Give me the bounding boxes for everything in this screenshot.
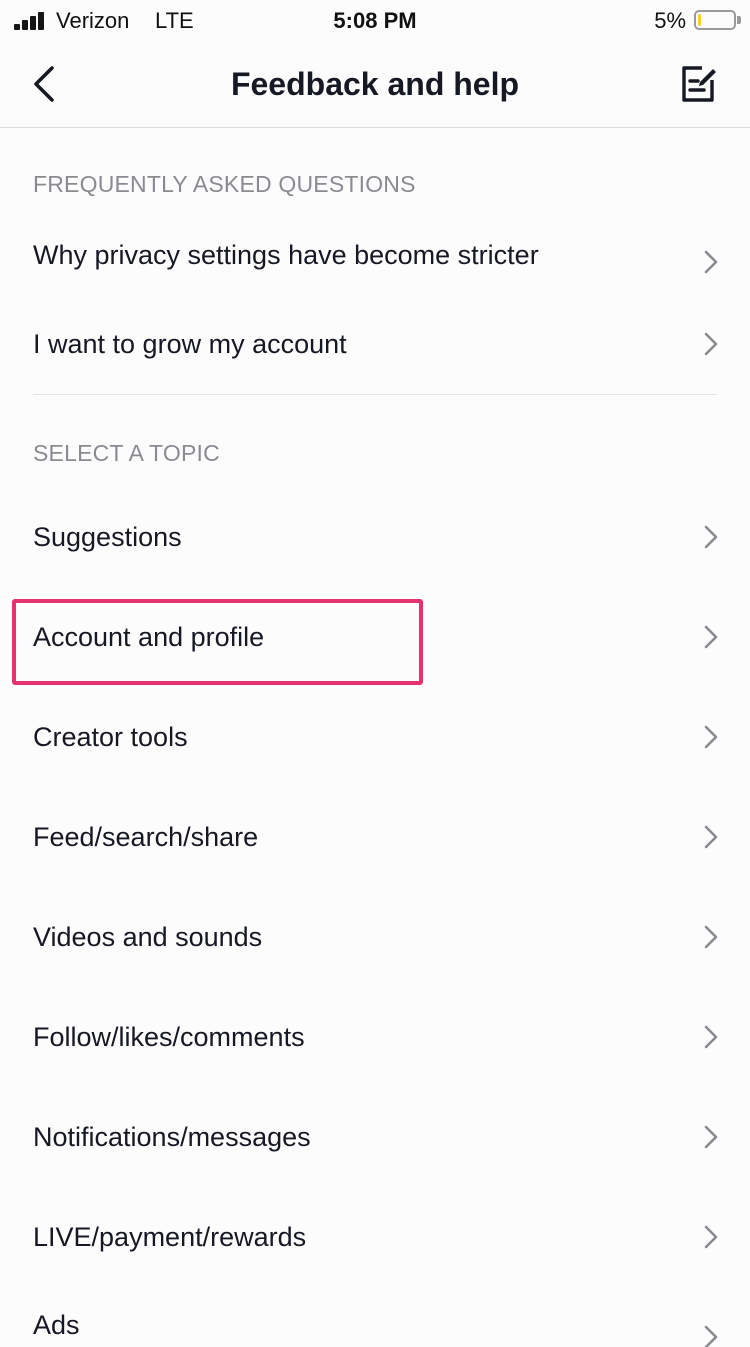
list-item-label: LIVE/payment/rewards xyxy=(33,1222,307,1252)
chevron-right-icon xyxy=(704,825,718,849)
chevron-right-icon xyxy=(704,725,718,749)
chevron-right-icon xyxy=(704,1325,718,1347)
battery-level xyxy=(698,14,701,26)
list-item-label: Feed/search/share xyxy=(33,822,259,852)
topic-item-live-payment-rewards[interactable]: LIVE/payment/rewards xyxy=(0,1187,750,1287)
list-item-label: Account and profile xyxy=(33,622,265,652)
status-bar: Verizon LTE 5:08 PM 5% xyxy=(0,0,750,40)
content: FREQUENTLY ASKED QUESTIONS Why privacy s… xyxy=(0,128,750,1347)
compose-report-icon xyxy=(682,66,716,102)
list-item-label: Videos and sounds xyxy=(33,922,263,952)
list-item-label: Creator tools xyxy=(33,722,188,752)
list-item-label: Notifications/messages xyxy=(33,1122,311,1152)
chevron-right-icon xyxy=(704,625,718,649)
status-time: 5:08 PM xyxy=(333,8,417,33)
battery-percent: 5% xyxy=(654,8,686,33)
topic-item-suggestions[interactable]: Suggestions xyxy=(0,487,750,587)
chevron-right-icon xyxy=(704,1225,718,1249)
topic-item-account-and-profile[interactable]: Account and profile xyxy=(0,587,750,687)
topic-item-notifications-messages[interactable]: Notifications/messages xyxy=(0,1087,750,1187)
list-item-label: Suggestions xyxy=(33,522,182,552)
chevron-right-icon xyxy=(704,925,718,949)
battery-nub xyxy=(737,16,741,24)
topic-item-creator-tools[interactable]: Creator tools xyxy=(0,687,750,787)
chevron-right-icon xyxy=(704,1125,718,1149)
topic-item-follow-likes-comments[interactable]: Follow/likes/comments xyxy=(0,987,750,1087)
list-item-label: I want to grow my account xyxy=(33,329,347,359)
topic-section-header: SELECT A TOPIC xyxy=(33,440,220,466)
topic-item-feed-search-share[interactable]: Feed/search/share xyxy=(0,787,750,887)
faq-item-grow-account[interactable]: I want to grow my account xyxy=(0,294,750,394)
battery-icon xyxy=(694,10,736,30)
chevron-right-icon xyxy=(704,525,718,549)
faq-section-header: FREQUENTLY ASKED QUESTIONS xyxy=(33,171,416,197)
list-item-label: Follow/likes/comments xyxy=(33,1022,305,1052)
compose-report-button[interactable] xyxy=(678,62,720,106)
topic-item-videos-and-sounds[interactable]: Videos and sounds xyxy=(0,887,750,987)
faq-item-privacy-settings[interactable]: Why privacy settings have become stricte… xyxy=(0,218,750,294)
nav-bar: Feedback and help xyxy=(0,40,750,128)
list-item-label: Why privacy settings have become stricte… xyxy=(33,240,539,270)
chevron-right-icon xyxy=(704,250,718,274)
topic-item-ads[interactable]: Ads xyxy=(0,1287,750,1347)
page-title: Feedback and help xyxy=(230,66,520,102)
chevron-right-icon xyxy=(704,1025,718,1049)
chevron-right-icon xyxy=(704,332,718,356)
list-item-label: Ads xyxy=(33,1310,80,1340)
